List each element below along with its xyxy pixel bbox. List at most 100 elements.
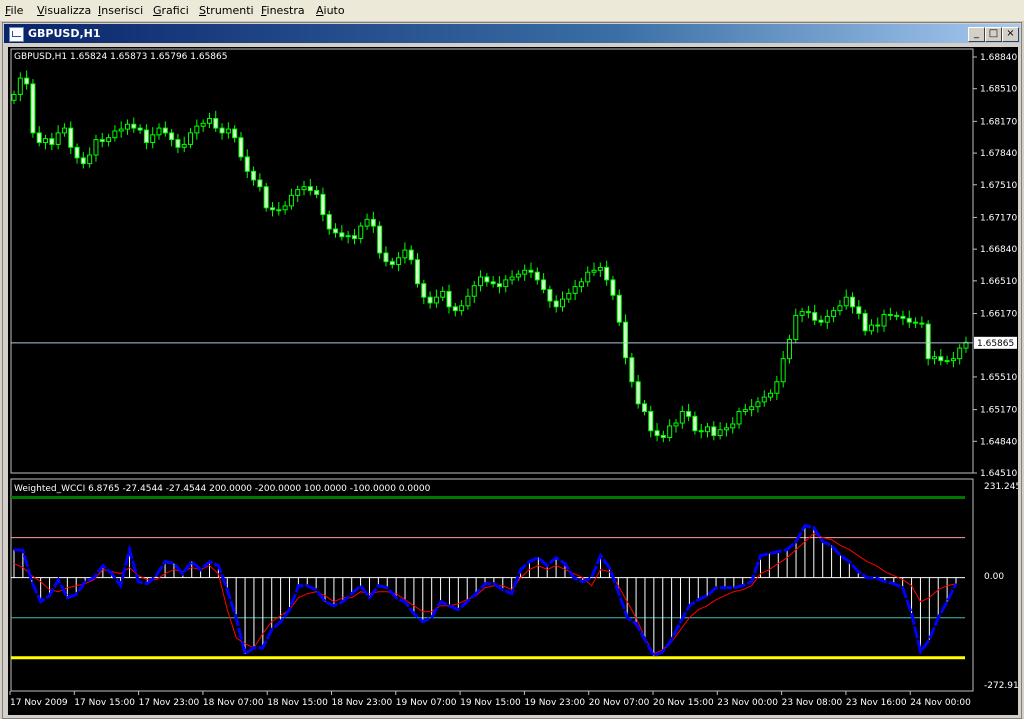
candle-body bbox=[812, 312, 818, 321]
window-titlebar[interactable]: GBPUSD,H1 _ □ × bbox=[4, 24, 1020, 43]
candle-body bbox=[837, 305, 843, 312]
indicator-scale-zero: 0.00 bbox=[984, 572, 1004, 582]
price-axis-label: 1.68840 bbox=[980, 53, 1017, 63]
candle-body bbox=[900, 315, 906, 319]
candle-body bbox=[553, 300, 559, 308]
price-axis-label: 1.64510 bbox=[980, 469, 1017, 479]
candle-body bbox=[843, 296, 849, 307]
candle-body bbox=[723, 427, 729, 431]
candle-body bbox=[868, 324, 874, 332]
menu-finestra[interactable]: Finestra bbox=[261, 4, 305, 17]
minimize-button[interactable]: _ bbox=[968, 27, 985, 42]
menu-grafici[interactable]: Grafici bbox=[153, 4, 189, 17]
candle-body bbox=[597, 266, 603, 271]
candle-body bbox=[282, 205, 288, 211]
window-title: GBPUSD,H1 bbox=[28, 27, 101, 40]
close-button[interactable]: × bbox=[1002, 27, 1019, 42]
candle-body bbox=[478, 276, 484, 287]
candle-body bbox=[534, 271, 540, 281]
candle-body bbox=[793, 314, 799, 340]
candle-body bbox=[736, 411, 742, 425]
price-axis-label: 1.66170 bbox=[980, 310, 1017, 320]
candle-body bbox=[364, 218, 370, 227]
candle-body bbox=[818, 319, 824, 323]
time-axis-label: 24 Nov 00:00 bbox=[910, 698, 971, 708]
chart-canvas[interactable]: GBPUSD,H1 1.65824 1.65873 1.65796 1.6586… bbox=[8, 47, 1024, 715]
candle-body bbox=[894, 314, 900, 317]
indicator-info: Weighted_WCCI 6.8765 -27.4544 -27.4544 2… bbox=[14, 484, 431, 494]
candle-body bbox=[641, 403, 647, 413]
candle-body bbox=[206, 117, 212, 124]
candle-body bbox=[496, 283, 502, 288]
candle-body bbox=[541, 279, 547, 290]
price-axis-label: 1.67510 bbox=[980, 181, 1017, 191]
maximize-button[interactable]: □ bbox=[985, 27, 1002, 42]
chart-area[interactable]: GBPUSD,H1 1.65824 1.65873 1.65796 1.6586… bbox=[8, 47, 1024, 715]
candle-body bbox=[616, 294, 622, 323]
price-axis-label: 1.64840 bbox=[980, 437, 1017, 447]
candle-body bbox=[887, 313, 893, 316]
candle-body bbox=[459, 305, 465, 312]
candle-body bbox=[780, 358, 786, 383]
time-axis-label: 18 Nov 23:00 bbox=[332, 698, 393, 708]
candle-body bbox=[30, 83, 36, 134]
price-axis-label: 1.67840 bbox=[980, 149, 1017, 159]
candle-body bbox=[93, 139, 99, 156]
time-axis-label: 23 Nov 00:00 bbox=[717, 698, 778, 708]
candle-body bbox=[194, 125, 200, 134]
menu-inserisci[interactable]: Inserisci bbox=[98, 4, 143, 17]
candle-body bbox=[749, 406, 755, 411]
candle-body bbox=[679, 411, 685, 424]
candle-body bbox=[471, 285, 477, 297]
candle-body bbox=[257, 179, 263, 188]
candle-body bbox=[333, 228, 339, 234]
indicator-scale-top: 231.2455 bbox=[984, 482, 1018, 492]
candle-body bbox=[686, 411, 692, 417]
candle-body bbox=[711, 426, 717, 437]
candle-body bbox=[427, 296, 433, 304]
candle-body bbox=[80, 157, 86, 165]
candle-body bbox=[99, 139, 105, 143]
candle-body bbox=[17, 77, 23, 95]
candle-body bbox=[938, 356, 944, 362]
candle-body bbox=[301, 186, 307, 191]
candle-body bbox=[913, 321, 919, 324]
candle-body bbox=[339, 232, 345, 238]
candle-body bbox=[36, 132, 42, 144]
candle-body bbox=[610, 279, 616, 296]
candle-body bbox=[68, 127, 74, 148]
candle-body bbox=[169, 132, 175, 141]
time-axis-label: 23 Nov 08:00 bbox=[782, 698, 843, 708]
menu-visualizza[interactable]: Visualizza bbox=[37, 4, 91, 17]
time-axis-label: 18 Nov 15:00 bbox=[267, 698, 328, 708]
candle-body bbox=[881, 313, 887, 327]
menu-strumenti[interactable]: Strumenti bbox=[199, 4, 254, 17]
candle-body bbox=[225, 128, 231, 134]
candle-body bbox=[528, 269, 534, 273]
candle-body bbox=[232, 128, 238, 139]
candle-body bbox=[87, 154, 93, 165]
candle-body bbox=[112, 130, 118, 139]
candle-body bbox=[761, 396, 767, 403]
candle-body bbox=[61, 127, 67, 134]
candle-body bbox=[200, 122, 206, 127]
menu-file[interactable]: File bbox=[5, 4, 23, 17]
candle-body bbox=[320, 193, 326, 216]
candle-body bbox=[446, 290, 452, 308]
candle-body bbox=[742, 409, 748, 413]
candle-body bbox=[251, 170, 257, 181]
candle-body bbox=[730, 423, 736, 429]
wcci-line bbox=[13, 523, 958, 658]
candle-body bbox=[465, 295, 471, 307]
candle-body bbox=[755, 401, 761, 408]
candle-body bbox=[919, 322, 925, 325]
candle-body bbox=[345, 235, 351, 238]
candle-body bbox=[414, 259, 420, 285]
candle-body bbox=[515, 273, 521, 278]
menu-aiuto[interactable]: Aiuto bbox=[316, 4, 345, 17]
candle-body bbox=[566, 292, 572, 300]
candle-body bbox=[276, 209, 282, 212]
candle-body bbox=[396, 257, 402, 266]
candle-body bbox=[263, 186, 269, 209]
candle-body bbox=[49, 138, 55, 145]
